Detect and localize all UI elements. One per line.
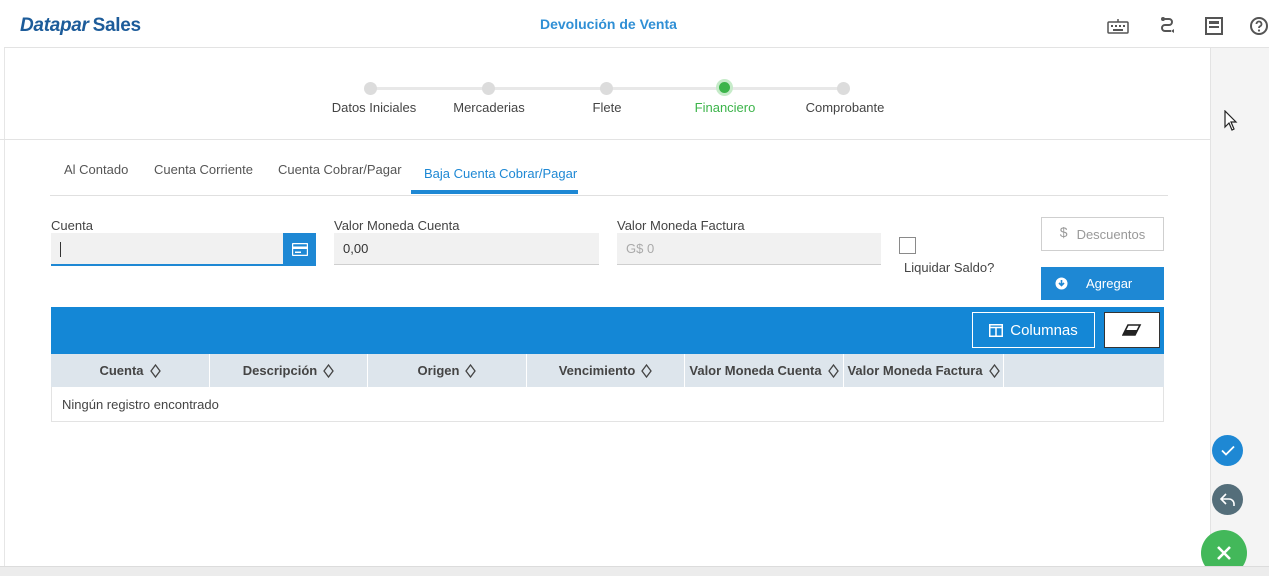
valor-moneda-factura-input: G$ 0 — [617, 233, 881, 265]
column-title: Cuenta — [99, 363, 144, 378]
table-header: Cuenta Descripción Origen Vencimiento Va… — [51, 354, 1164, 387]
text-caret — [60, 242, 61, 258]
active-tab-indicator — [411, 190, 578, 194]
help-icon[interactable] — [1247, 14, 1269, 38]
column-header-descripcion[interactable]: Descripción — [210, 354, 368, 387]
brand-name: Datapar — [20, 15, 89, 36]
column-title: Valor Moneda Factura — [847, 363, 983, 378]
column-header-cuenta[interactable]: Cuenta — [51, 354, 210, 387]
cuenta-input[interactable] — [51, 233, 283, 266]
sort-icon — [988, 363, 1000, 378]
step-dot-comprobante[interactable] — [837, 82, 850, 95]
agregar-button[interactable]: Agregar — [1041, 267, 1164, 300]
check-icon — [1220, 445, 1235, 456]
valor-moneda-factura-label: Valor Moneda Factura — [617, 218, 745, 233]
valor-moneda-cuenta-label: Valor Moneda Cuenta — [334, 218, 460, 233]
step-label-mercaderias[interactable]: Mercaderias — [453, 100, 525, 115]
step-dot-mercaderias[interactable] — [482, 82, 495, 95]
step-label-financiero[interactable]: Financiero — [695, 100, 756, 115]
column-header-valor-moneda-cuenta[interactable]: Valor Moneda Cuenta — [685, 354, 844, 387]
tab-baja-cuenta-cobrar-pagar[interactable]: Baja Cuenta Cobrar/Pagar — [424, 166, 577, 181]
table-body: Ningún registro encontrado — [51, 387, 1164, 422]
columns-icon — [989, 323, 1004, 337]
back-button[interactable] — [1212, 484, 1243, 515]
step-dot-financiero[interactable] — [716, 79, 733, 96]
sort-icon — [827, 363, 839, 378]
bottom-scrollbar[interactable] — [0, 566, 1269, 576]
step-dot-flete[interactable] — [600, 82, 613, 95]
agregar-label: Agregar — [1086, 276, 1133, 291]
column-header-origen[interactable]: Origen — [368, 354, 527, 387]
clear-filters-button[interactable] — [1104, 312, 1160, 348]
sort-icon — [465, 363, 477, 378]
columnas-button[interactable]: Columnas — [972, 312, 1095, 348]
credit-card-icon — [291, 243, 308, 256]
mouse-cursor-icon — [1224, 109, 1238, 137]
brand-logo: Datapar Sales — [20, 15, 141, 37]
column-title: Vencimiento — [558, 363, 636, 378]
eraser-icon — [1122, 324, 1142, 336]
save-icon[interactable] — [1202, 14, 1226, 38]
descuentos-button[interactable]: $ Descuentos — [1041, 217, 1164, 251]
dollar-icon: $ — [1059, 224, 1068, 240]
cuenta-lookup-button[interactable] — [283, 233, 316, 266]
download-circle-icon — [1055, 277, 1068, 290]
step-label-flete[interactable]: Flete — [593, 100, 622, 115]
sort-icon — [641, 363, 653, 378]
columnas-label: Columnas — [1010, 321, 1078, 339]
column-title: Origen — [417, 363, 460, 378]
tab-cuenta-cobrar-pagar[interactable]: Cuenta Cobrar/Pagar — [278, 162, 402, 177]
confirm-button[interactable] — [1212, 435, 1243, 466]
tab-al-contado[interactable]: Al Contado — [64, 162, 128, 177]
tab-cuenta-corriente[interactable]: Cuenta Corriente — [154, 162, 253, 177]
liquidar-saldo-label: Liquidar Saldo? — [904, 260, 995, 275]
tab-bar: Al Contado Cuenta Corriente Cuenta Cobra… — [50, 150, 1168, 196]
table-toolbar: Columnas — [51, 307, 1164, 354]
brand-product: Sales — [92, 15, 141, 36]
step-label-comprobante[interactable]: Comprobante — [806, 100, 885, 115]
column-title: Descripción — [242, 363, 318, 378]
column-header-valor-moneda-factura[interactable]: Valor Moneda Factura — [844, 354, 1004, 387]
empty-table-message: Ningún registro encontrado — [62, 397, 219, 412]
cuenta-label: Cuenta — [51, 218, 93, 233]
column-title: Valor Moneda Cuenta — [689, 363, 822, 378]
liquidar-saldo-checkbox[interactable] — [899, 237, 916, 254]
sort-icon — [323, 363, 335, 378]
reply-icon — [1219, 492, 1235, 506]
valor-moneda-cuenta-input[interactable]: 0,00 — [334, 233, 599, 265]
close-icon — [1217, 546, 1231, 560]
column-header-vencimiento[interactable]: Vencimiento — [527, 354, 685, 387]
keyboard-icon[interactable] — [1106, 14, 1130, 38]
app-header: Datapar Sales Devolución de Venta — [4, 2, 1269, 48]
step-label-datos-iniciales[interactable]: Datos Iniciales — [332, 100, 417, 115]
descuentos-label: Descuentos — [1076, 226, 1146, 242]
sort-icon — [149, 363, 161, 378]
page-title: Devolución de Venta — [540, 16, 677, 32]
link-icon[interactable] — [1156, 14, 1180, 38]
step-dot-datos-iniciales[interactable] — [364, 82, 377, 95]
wizard-stepper: Datos Iniciales Mercaderias Flete Financ… — [0, 48, 1210, 140]
